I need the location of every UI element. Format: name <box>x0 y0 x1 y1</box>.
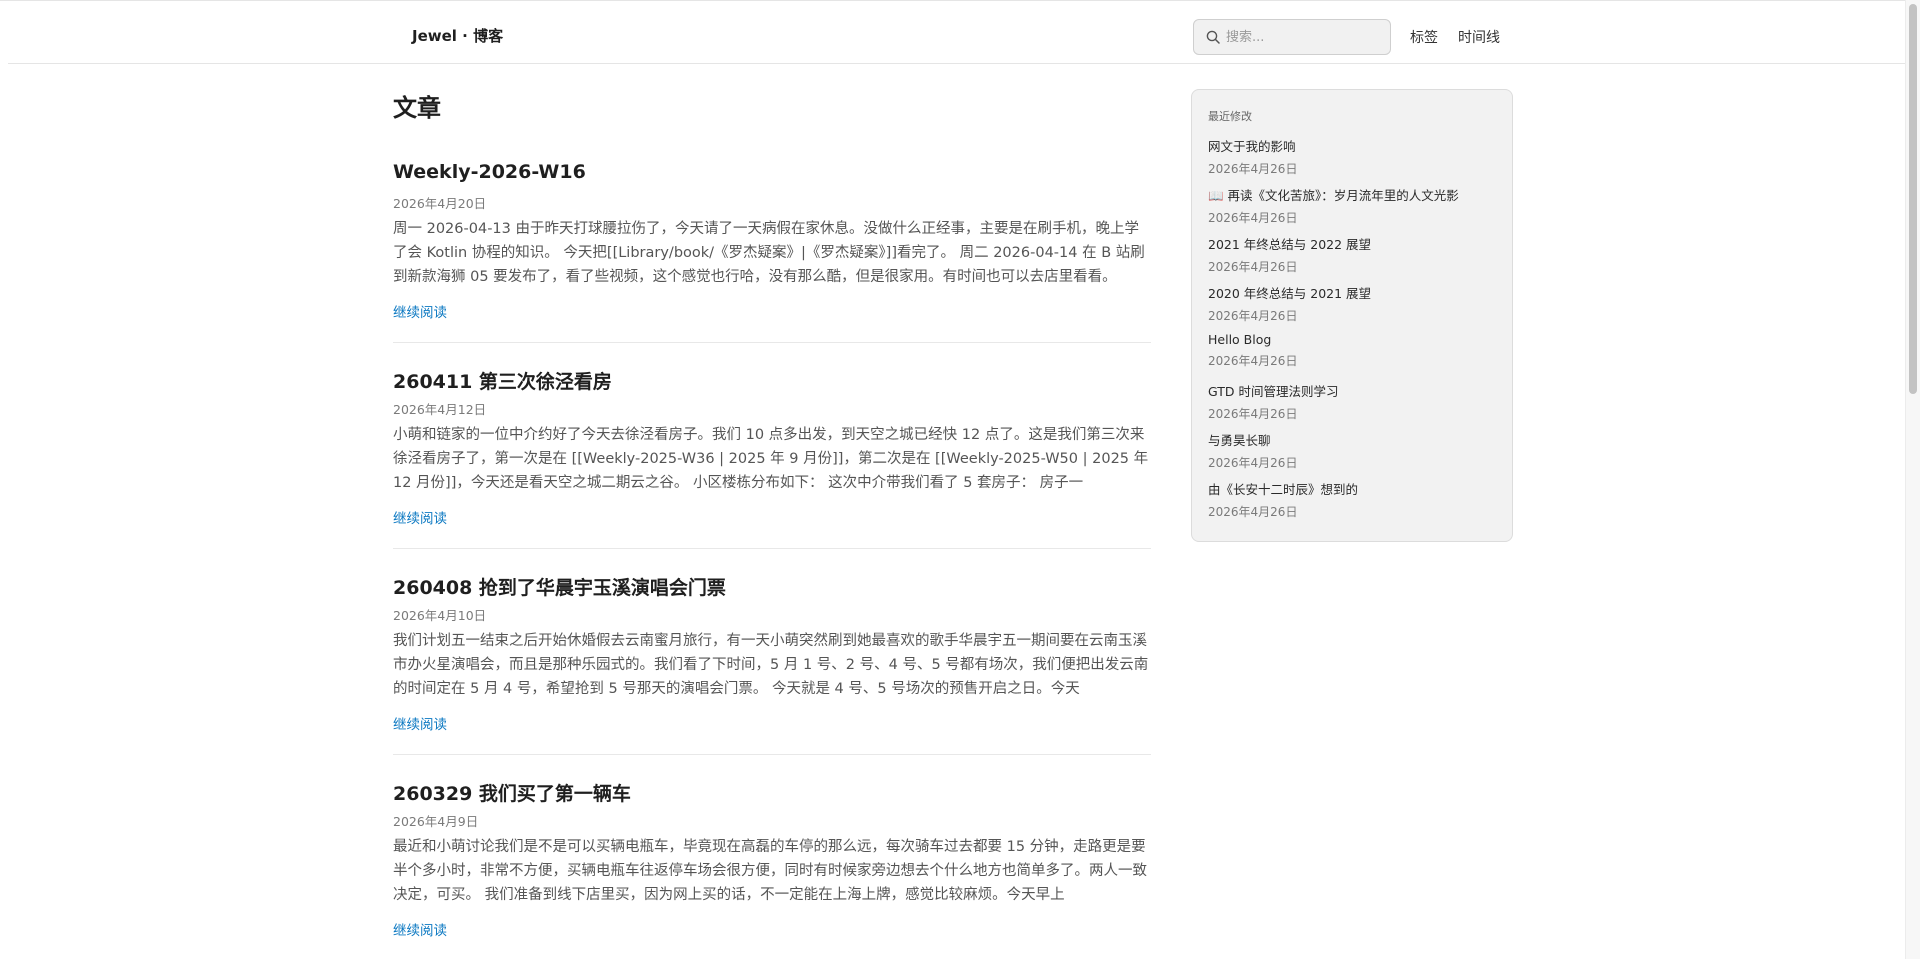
recent-item-date: 2026年4月26日 <box>1208 354 1298 368</box>
recent-item-date: 2026年4月26日 <box>1208 162 1298 176</box>
recent-item: 与勇昊长聊 2026年4月26日 <box>1208 430 1498 471</box>
recent-changes-panel: 最近修改 网文于我的影响 2026年4月26日 📖 再读《文化苦旅》：岁月流年里… <box>1191 89 1513 542</box>
recent-item-date: 2026年4月26日 <box>1208 309 1298 323</box>
article-excerpt: 最近和小萌讨论我们是不是可以买辆电瓶车，毕竟现在高磊的车停的那么远，每次骑车过去… <box>393 839 1147 903</box>
recent-item: GTD 时间管理法则学习 2026年4月26日 <box>1208 381 1498 422</box>
read-more-link[interactable]: 继续阅读 <box>393 301 447 321</box>
read-more-link[interactable]: 继续阅读 <box>393 713 447 733</box>
article-divider <box>393 754 1151 755</box>
search-input[interactable] <box>1226 20 1386 54</box>
article-date: 2026年4月20日 <box>393 196 487 211</box>
recent-item: 2021 年终总结与 2022 展望 2026年4月26日 <box>1208 234 1498 275</box>
article-date: 2026年4月9日 <box>393 814 479 829</box>
recent-item-link[interactable]: 📖 再读《文化苦旅》：岁月流年里的人文光影 <box>1208 185 1498 204</box>
recent-item-link[interactable]: Hello Blog <box>1208 332 1498 347</box>
recent-item: 📖 再读《文化苦旅》：岁月流年里的人文光影 2026年4月26日 <box>1208 185 1498 226</box>
recent-item-link[interactable]: GTD 时间管理法则学习 <box>1208 381 1498 400</box>
article-title-link[interactable]: Weekly-2026-W16 <box>393 161 586 183</box>
recent-item-date: 2026年4月26日 <box>1208 211 1298 225</box>
article-title-link[interactable]: 260329 我们买了第一辆车 <box>393 779 631 806</box>
article-excerpt: 小萌和链家的一位中介约好了今天去徐泾看房子。我们 10 点多出发，到天空之城已经… <box>393 427 1149 491</box>
article-excerpt: 周一 2026-04-13 由于昨天打球腰拉伤了，今天请了一天病假在家休息。没做… <box>393 221 1145 285</box>
article-date: 2026年4月12日 <box>393 402 487 417</box>
article-date: 2026年4月10日 <box>393 608 487 623</box>
nav-link-timeline[interactable]: 时间线 <box>1458 27 1500 47</box>
article-divider <box>393 548 1151 549</box>
read-more-link[interactable]: 继续阅读 <box>393 919 447 939</box>
recent-item-date: 2026年4月26日 <box>1208 260 1298 274</box>
article-excerpt: 我们计划五一结束之后开始休婚假去云南蜜月旅行，有一天小萌突然刷到她最喜欢的歌手华… <box>393 633 1149 697</box>
search-icon <box>1206 30 1220 44</box>
site-header: Jewel · 博客 标签 时间线 <box>8 1 1905 64</box>
recent-item: 网文于我的影响 2026年4月26日 <box>1208 136 1498 177</box>
page-title: 文章 <box>393 94 441 122</box>
recent-item-date: 2026年4月26日 <box>1208 407 1298 421</box>
page-scrollbar[interactable] <box>1905 0 1920 959</box>
nav-link-tags[interactable]: 标签 <box>1410 27 1438 47</box>
article-title-link[interactable]: 260411 第三次徐泾看房 <box>393 367 612 394</box>
recent-item-link[interactable]: 2020 年终总结与 2021 展望 <box>1208 283 1498 302</box>
recent-item-date: 2026年4月26日 <box>1208 505 1298 519</box>
article-list: 文章 Weekly-2026-W16 2026年4月20日 周一 2026-04… <box>393 64 1151 959</box>
recent-item: 2020 年终总结与 2021 展望 2026年4月26日 <box>1208 283 1498 324</box>
recent-item: 由《长安十二时辰》想到的 2026年4月26日 <box>1208 479 1498 520</box>
recent-item-link[interactable]: 由《长安十二时辰》想到的 <box>1208 479 1498 498</box>
recent-item-date: 2026年4月26日 <box>1208 456 1298 470</box>
scrollbar-thumb[interactable] <box>1909 4 1917 394</box>
article-title-link[interactable]: 260408 抢到了华晨宇玉溪演唱会门票 <box>393 573 726 600</box>
recent-item-link[interactable]: 与勇昊长聊 <box>1208 430 1498 449</box>
site-brand-link[interactable]: Jewel · 博客 <box>412 25 503 46</box>
recent-item: Hello Blog 2026年4月26日 <box>1208 332 1498 369</box>
article-divider <box>393 342 1151 343</box>
read-more-link[interactable]: 继续阅读 <box>393 507 447 527</box>
recent-changes-heading: 最近修改 <box>1208 110 1252 123</box>
search-box[interactable] <box>1193 19 1391 55</box>
recent-item-link[interactable]: 2021 年终总结与 2022 展望 <box>1208 234 1498 253</box>
recent-item-link[interactable]: 网文于我的影响 <box>1208 136 1498 155</box>
